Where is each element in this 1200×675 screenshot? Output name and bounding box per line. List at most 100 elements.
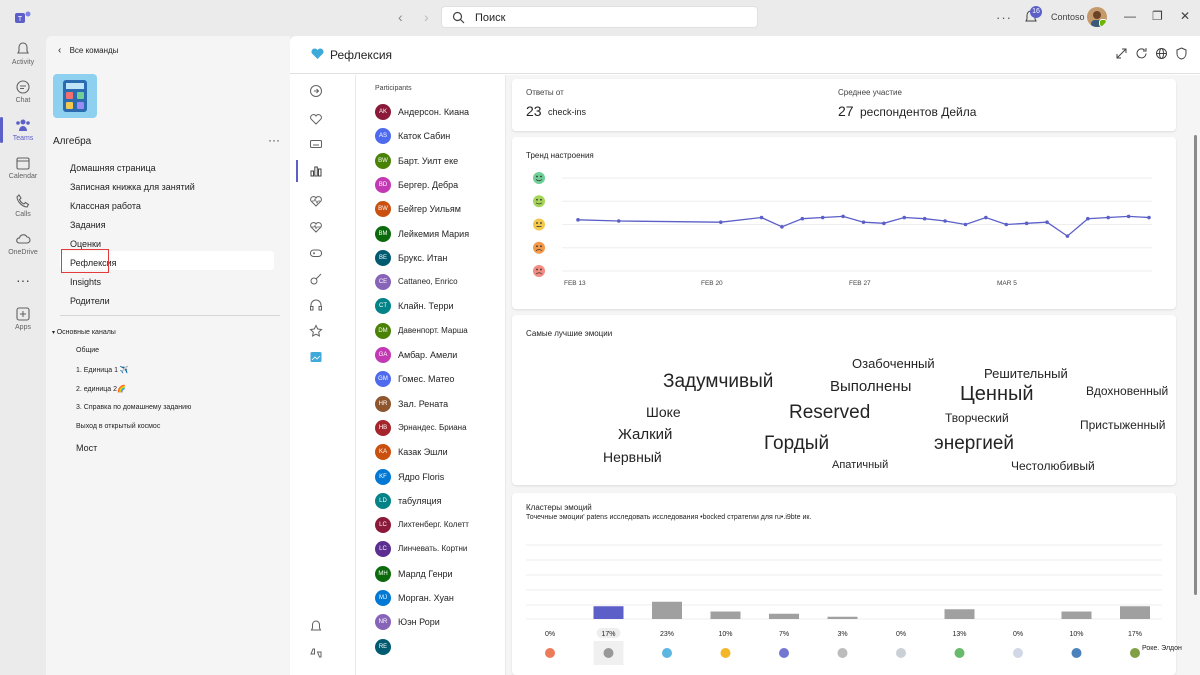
- mood-point[interactable]: [1147, 215, 1151, 220]
- shield-icon[interactable]: [1175, 47, 1188, 60]
- mood-point[interactable]: [1045, 220, 1049, 224]
- side-nav-audio[interactable]: [296, 294, 336, 316]
- side-nav-arrow[interactable]: [296, 80, 336, 102]
- rail-teams[interactable]: Teams: [0, 117, 46, 143]
- mood-point[interactable]: [1024, 221, 1029, 226]
- mood-point[interactable]: [780, 225, 784, 229]
- mood-point[interactable]: [1004, 222, 1009, 227]
- scrollbar[interactable]: [1194, 135, 1197, 595]
- cluster-bar[interactable]: [1061, 611, 1092, 620]
- more-options-icon[interactable]: ···: [996, 10, 1012, 25]
- side-nav-favorites[interactable]: [296, 320, 336, 342]
- channel-spacewalk[interactable]: Выход в открытый космос: [76, 423, 160, 430]
- cluster-bar[interactable]: [652, 601, 682, 619]
- mood-point[interactable]: [718, 220, 723, 224]
- side-nav-image[interactable]: [296, 346, 336, 368]
- rail-activity[interactable]: Activity: [0, 41, 46, 66]
- rail-chat[interactable]: Chat: [0, 79, 46, 104]
- side-nav-game[interactable]: [296, 242, 336, 264]
- minimize-icon[interactable]: —: [1124, 9, 1136, 23]
- cluster-bar[interactable]: [710, 611, 741, 620]
- cactus-icon[interactable]: [954, 648, 965, 658]
- mood-point[interactable]: [861, 220, 866, 224]
- cluster-bar[interactable]: [593, 606, 624, 619]
- participant-name: Амбар. Амели: [398, 350, 458, 360]
- channel-homework-help[interactable]: 3. Справка по домашнему заданию: [76, 404, 191, 411]
- mood-point[interactable]: [1065, 234, 1070, 238]
- channel-unit-2[interactable]: 2. единица 2🌈: [76, 385, 126, 393]
- participant-name: Марлд Генри: [398, 568, 453, 579]
- mood-point[interactable]: [1106, 215, 1111, 220]
- rail-calls[interactable]: Calls: [0, 193, 46, 218]
- nav-assignments[interactable]: Задания: [70, 220, 106, 230]
- fire-icon[interactable]: [545, 648, 555, 658]
- mood-point[interactable]: [800, 216, 805, 221]
- rail-calendar[interactable]: Calendar: [0, 155, 46, 180]
- cluster-bar[interactable]: [827, 616, 858, 619]
- side-nav-alerts[interactable]: [296, 615, 336, 637]
- mood-point[interactable]: [820, 215, 825, 220]
- refresh-icon[interactable]: [1135, 47, 1148, 60]
- nav-grades[interactable]: Оценки: [70, 239, 101, 249]
- mood-point[interactable]: [922, 216, 927, 221]
- user-avatar[interactable]: [1087, 7, 1107, 27]
- mood-point[interactable]: [902, 215, 907, 220]
- cluster-bar[interactable]: [1120, 606, 1150, 619]
- side-nav-pulse[interactable]: [296, 216, 336, 238]
- nav-home[interactable]: Домашняя страница: [70, 163, 156, 173]
- back-to-teams[interactable]: ‹ Все команды: [58, 45, 118, 56]
- org-name[interactable]: Contoso: [1051, 12, 1085, 22]
- search-input[interactable]: Поиск: [441, 6, 758, 28]
- channels-header[interactable]: ▾ Основные каналы: [52, 329, 116, 336]
- mood-point[interactable]: [616, 219, 621, 223]
- nav-insights[interactable]: Insights: [70, 277, 101, 287]
- mood-point[interactable]: [963, 222, 968, 227]
- mountain-icon[interactable]: [1071, 648, 1082, 658]
- tornado-icon[interactable]: [603, 648, 614, 658]
- mood-point[interactable]: [1086, 216, 1090, 221]
- wave-icon[interactable]: [662, 648, 672, 658]
- mood-point[interactable]: [882, 221, 886, 226]
- channel-general[interactable]: Общие: [76, 347, 99, 354]
- forward-arrow-icon[interactable]: ›: [424, 9, 429, 25]
- snow-icon[interactable]: [896, 648, 906, 658]
- side-nav-heart[interactable]: [296, 108, 336, 130]
- cluster-bar[interactable]: [769, 613, 799, 619]
- sprout-icon[interactable]: [1130, 648, 1140, 658]
- rail-apps[interactable]: Apps: [0, 306, 46, 331]
- back-arrow-icon[interactable]: ‹: [398, 9, 403, 25]
- maximize-icon[interactable]: ❐: [1152, 9, 1163, 23]
- mood-point[interactable]: [576, 218, 580, 222]
- emotion-word: Жалкий: [618, 426, 673, 443]
- close-icon[interactable]: ✕: [1180, 9, 1190, 23]
- expand-icon[interactable]: [1115, 47, 1128, 60]
- mood-point[interactable]: [984, 215, 988, 220]
- cloudy-icon[interactable]: [1013, 648, 1023, 658]
- nav-class-notebook[interactable]: Записная книжка для занятий: [70, 182, 195, 192]
- cluster-bar[interactable]: [944, 609, 975, 619]
- storm-icon[interactable]: [779, 648, 789, 658]
- channel-bridge[interactable]: Мост: [76, 443, 97, 453]
- side-nav-music[interactable]: [296, 268, 336, 290]
- side-nav-keyboard[interactable]: [296, 133, 336, 155]
- team-more-options-icon[interactable]: ···: [268, 133, 280, 147]
- rail-onedrive[interactable]: OneDrive: [0, 231, 46, 256]
- mood-point[interactable]: [759, 215, 764, 220]
- cluster-value-label: 3%: [837, 631, 847, 638]
- side-nav-feedback[interactable]: [296, 642, 336, 664]
- cluster-value-label: 10%: [1069, 631, 1083, 638]
- nav-classwork[interactable]: Классная работа: [70, 201, 141, 211]
- globe-icon[interactable]: [1155, 47, 1168, 60]
- rail-more[interactable]: ···: [0, 272, 46, 288]
- participant-name: Брукс. Итан: [398, 252, 448, 263]
- mood-point[interactable]: [1126, 214, 1131, 219]
- side-nav-insights[interactable]: [296, 160, 336, 182]
- mood-point[interactable]: [841, 214, 845, 219]
- cloud-icon[interactable]: [837, 648, 848, 658]
- nav-parents[interactable]: Родители: [70, 296, 110, 306]
- sun-icon[interactable]: [720, 648, 731, 658]
- chart-icon: [310, 166, 322, 177]
- mood-point[interactable]: [943, 219, 947, 223]
- channel-unit-1[interactable]: 1. Единица 1 ✈️: [76, 366, 129, 374]
- side-nav-heart-rate[interactable]: [296, 190, 336, 212]
